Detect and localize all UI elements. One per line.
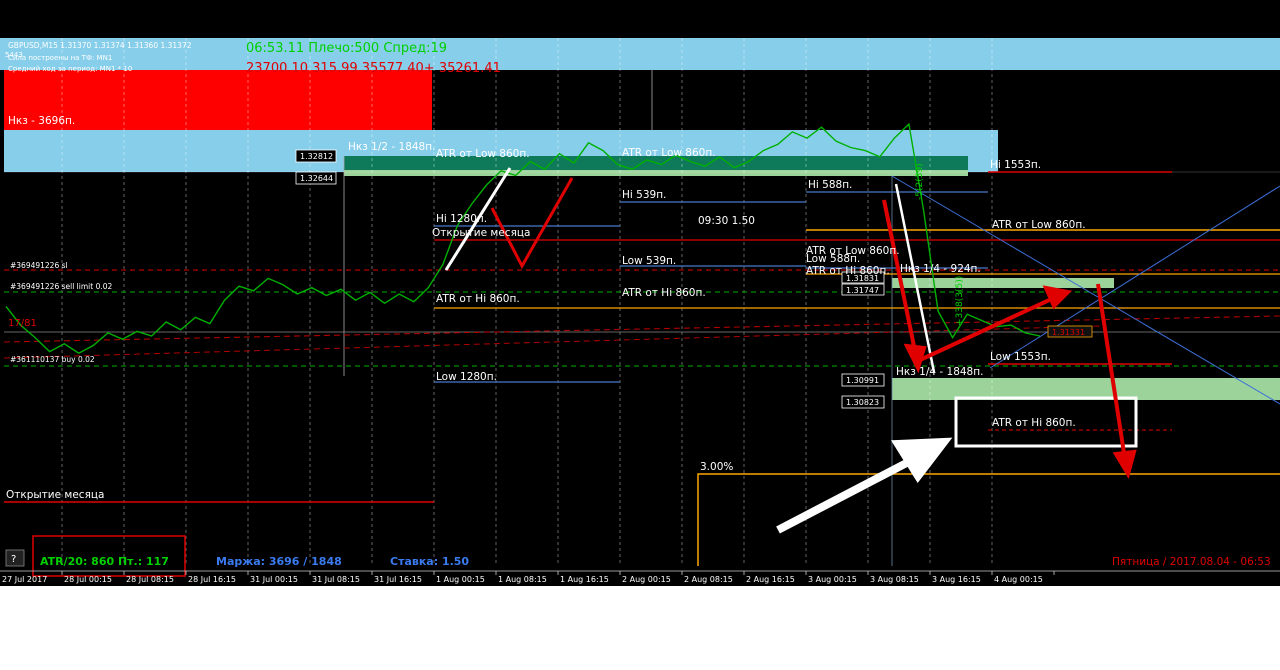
strength-line: Сила построены на ТФ: MN1	[8, 54, 112, 62]
annotation-ratio: 17/81	[8, 318, 37, 329]
atr-text: ATR/20: 860 Пт.: 117	[40, 555, 169, 568]
annotation-nkz-quarter-b: Нкз 1/4 - 1848п.	[896, 366, 983, 378]
price-label-7: 1.30823	[846, 398, 879, 407]
annotation-atr-hi-b: ATR от Hi 860п.	[436, 293, 520, 305]
annotation-order-sl: #369491226 sl	[10, 261, 68, 270]
annotation-pips-profit: +338(3(5))	[955, 276, 965, 326]
account-line: 23700.10 315.99 35577.40+ 35261.41	[246, 61, 501, 76]
level-lines	[3, 171, 1280, 566]
x-tick-label: 31 Jul 08:15	[312, 575, 360, 584]
annotation-atr-hi-c: ATR от Hi 860п.	[622, 287, 706, 299]
symbol-line: GBPUSD,M15 1.31370 1.31374 1.31360 1.313…	[8, 41, 192, 50]
margin-text: Маржа: 3696 / 1848	[216, 555, 342, 568]
annotation-month-open-b: Открытие месяца	[6, 489, 104, 501]
price-chart[interactable]: 1.32812 1.32644 1.31831 1.31747 1.31331 …	[0, 26, 1280, 586]
x-tick-label: 1 Aug 16:15	[560, 575, 609, 584]
screenshot-frame: 1.32812 1.32644 1.31831 1.31747 1.31331 …	[0, 0, 1280, 670]
stake-text: Ставка: 1.50	[390, 555, 469, 568]
price-label-6: 1.30991	[846, 376, 879, 385]
white-arrow	[776, 437, 953, 534]
annotation-order-sell-limit: #369491226 sell limit 0.02	[10, 282, 112, 291]
green-zone-upper	[344, 170, 968, 176]
x-tick-label: 2 Aug 16:15	[746, 575, 795, 584]
x-tick-label: 28 Jul 08:15	[126, 575, 174, 584]
x-tick-label: 28 Jul 16:15	[188, 575, 236, 584]
annotation-pips-up: -5(2(39)	[915, 163, 925, 200]
x-tick-label: 31 Jul 16:15	[374, 575, 422, 584]
x-tick-label: 28 Jul 00:15	[64, 575, 112, 584]
annotation-low-588: Low 588п.	[806, 253, 860, 265]
annotation-month-open-a: Открытие месяца	[432, 227, 530, 239]
x-tick-label: 31 Jul 00:15	[250, 575, 298, 584]
top-black-bar	[0, 0, 1280, 26]
annotation-nkz-quarter-a: Нкз 1/4 - 924п.	[900, 263, 981, 275]
red-arrows	[882, 199, 1137, 480]
annotation-nkz: Нкз - 3696п.	[8, 115, 75, 127]
x-tick-label: 3 Aug 00:15	[808, 575, 857, 584]
average-line: Средний ход за период: MN1 * 10	[8, 65, 132, 73]
trend-line-ascending	[989, 185, 1280, 369]
date-text: Пятница / 2017.08.04 - 06:53	[1112, 556, 1271, 568]
chart-canvas[interactable]: 1.32812 1.32644 1.31831 1.31747 1.31331 …	[0, 26, 1280, 586]
annotation-hi-1553: Hi 1553п.	[990, 159, 1041, 171]
x-axis-ticks: 27 Jul 2017 28 Jul 00:15 28 Jul 08:15 28 Ju…	[2, 571, 1055, 584]
annotation-order-buy: #361110137 buy 0.02	[10, 355, 95, 364]
price-label-4: 1.31747	[846, 286, 879, 295]
annotation-atr-hi-a: ATR от Hi 860п.	[806, 265, 890, 277]
annotation-low-539: Low 539п.	[622, 255, 676, 267]
help-icon[interactable]: ?	[11, 554, 16, 565]
x-tick-label: 2 Aug 00:15	[622, 575, 671, 584]
x-tick-label: 27 Jul 2017	[2, 575, 47, 584]
sky-zone-top	[0, 38, 1280, 70]
price-label-5: 1.31331	[1052, 328, 1085, 337]
annotation-time-stake: 09:30 1.50	[698, 215, 755, 227]
annotation-percent: 3.00%	[700, 461, 733, 473]
annotation-atr-low-c: ATR от Low 860п.	[992, 219, 1086, 231]
red-zigzag-stroke	[490, 177, 574, 270]
annotation-atr-hi-d: ATR от Hi 860п.	[992, 417, 1076, 429]
x-tick-label: 2 Aug 08:15	[684, 575, 733, 584]
annotation-hi-1280: Hi 1280п.	[436, 213, 487, 225]
annotation-low-1553: Low 1553п.	[990, 351, 1051, 363]
annotation-hi-588: Hi 588п.	[808, 179, 852, 191]
annotation-nkz-half: Нкз 1/2 - 1848п.	[348, 141, 435, 153]
clock-line: 06:53.11 Плечо:500 Спред:19	[246, 41, 447, 56]
annotation-atr-low-b: ATR от Low 860п.	[622, 147, 716, 159]
annotation-low-1280: Low 1280п.	[436, 371, 497, 383]
price-label-2: 1.32644	[300, 174, 333, 183]
footer-overlay: ? ATR/20: 860 Пт.: 117 Маржа: 3696 / 184…	[5, 535, 1271, 577]
x-tick-label: 1 Aug 08:15	[498, 575, 547, 584]
x-tick-label: 4 Aug 00:15	[994, 575, 1043, 584]
x-tick-label: 3 Aug 08:15	[870, 575, 919, 584]
x-tick-label: 1 Aug 00:15	[436, 575, 485, 584]
x-tick-label: 3 Aug 16:15	[932, 575, 981, 584]
annotation-atr-low-a: ATR от Low 860п.	[436, 148, 530, 160]
annotation-hi-539: Hi 539п.	[622, 189, 666, 201]
price-label-1: 1.32812	[300, 152, 333, 161]
